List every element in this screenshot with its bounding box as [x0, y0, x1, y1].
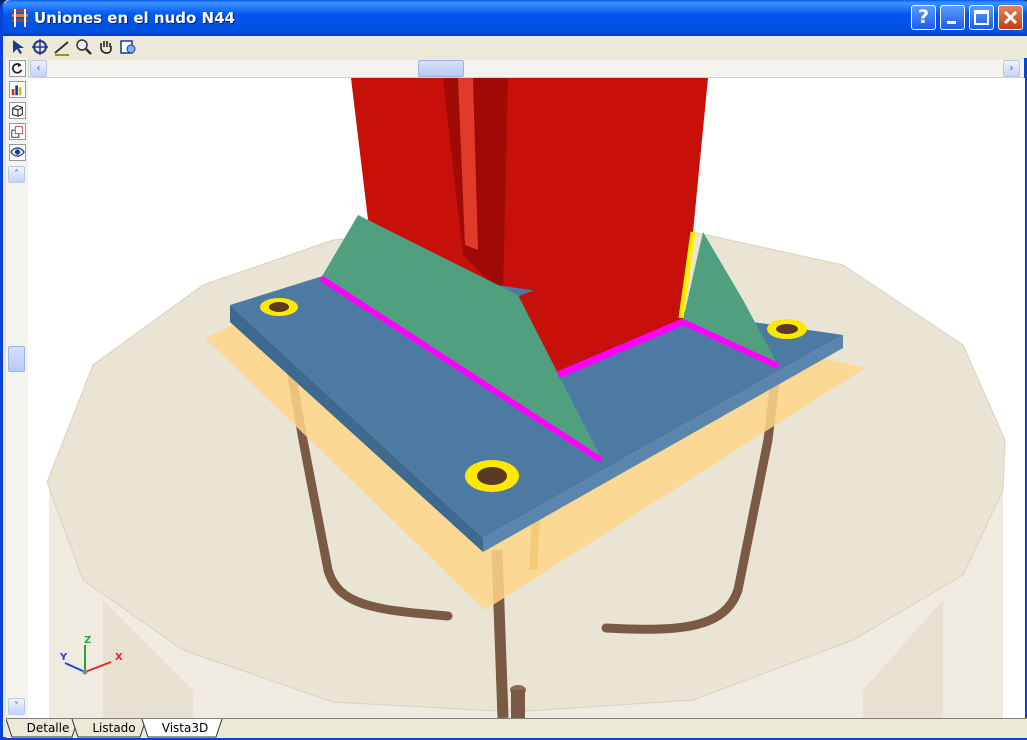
print-preview-icon[interactable] [119, 38, 137, 56]
help-button[interactable]: ? [911, 5, 936, 30]
scroll-left-button[interactable]: ‹ [30, 60, 47, 77]
rotate-icon[interactable] [9, 60, 26, 77]
tab-detalle[interactable]: Detalle [20, 719, 76, 737]
bolt-washer-right [767, 319, 807, 339]
scroll-right-button[interactable]: › [1003, 60, 1020, 77]
maximize-icon [974, 10, 989, 25]
axis-label-y: Y [60, 652, 68, 663]
eye-view-icon[interactable] [9, 144, 26, 161]
bolt-washer-front [465, 460, 519, 492]
main-toolbar [6, 36, 1027, 58]
axis-label-z: Z [84, 635, 92, 646]
bar-chart-icon[interactable] [9, 81, 26, 98]
measure-icon[interactable] [53, 38, 71, 56]
pan-hand-icon[interactable] [97, 38, 115, 56]
tab-listado[interactable]: Listado [84, 719, 144, 737]
app-icon [12, 9, 28, 27]
select-arrow-icon[interactable] [10, 38, 28, 56]
vertical-scroll-thumb[interactable] [8, 346, 25, 372]
scroll-down-button[interactable]: ˅ [8, 698, 25, 715]
close-button[interactable] [998, 5, 1023, 30]
window-title: Uniones en el nudo N44 [34, 9, 235, 27]
vertical-toolbar: ˄ ˅ [6, 58, 29, 718]
horizontal-scroll-thumb[interactable] [418, 60, 464, 77]
title-bar[interactable]: Uniones en el nudo N44 ? [3, 0, 1027, 36]
maximize-button[interactable] [969, 5, 994, 30]
horizontal-scrollbar[interactable]: ‹ › [27, 60, 1024, 78]
3d-viewport[interactable]: Z X Y [28, 78, 1025, 718]
layers-icon[interactable] [9, 123, 26, 140]
app-window: Uniones en el nudo N44 ? ‹ › ˄ ˅ Z X Y D… [0, 0, 1027, 740]
minimize-icon [947, 21, 956, 24]
minimize-button[interactable] [940, 5, 965, 30]
view-tabs: Detalle Listado Vista3D [6, 718, 1027, 738]
zoom-window-icon[interactable] [31, 38, 49, 56]
box-view-icon[interactable] [9, 102, 26, 119]
bolt-washer-left [260, 298, 298, 316]
tab-vista3d[interactable]: Vista3D [154, 719, 216, 737]
zoom-icon[interactable] [75, 38, 93, 56]
close-icon [1003, 10, 1018, 25]
base-plate-3d-scene [46, 78, 1006, 718]
scroll-up-button[interactable]: ˄ [8, 166, 25, 183]
axis-label-x: X [115, 652, 123, 663]
